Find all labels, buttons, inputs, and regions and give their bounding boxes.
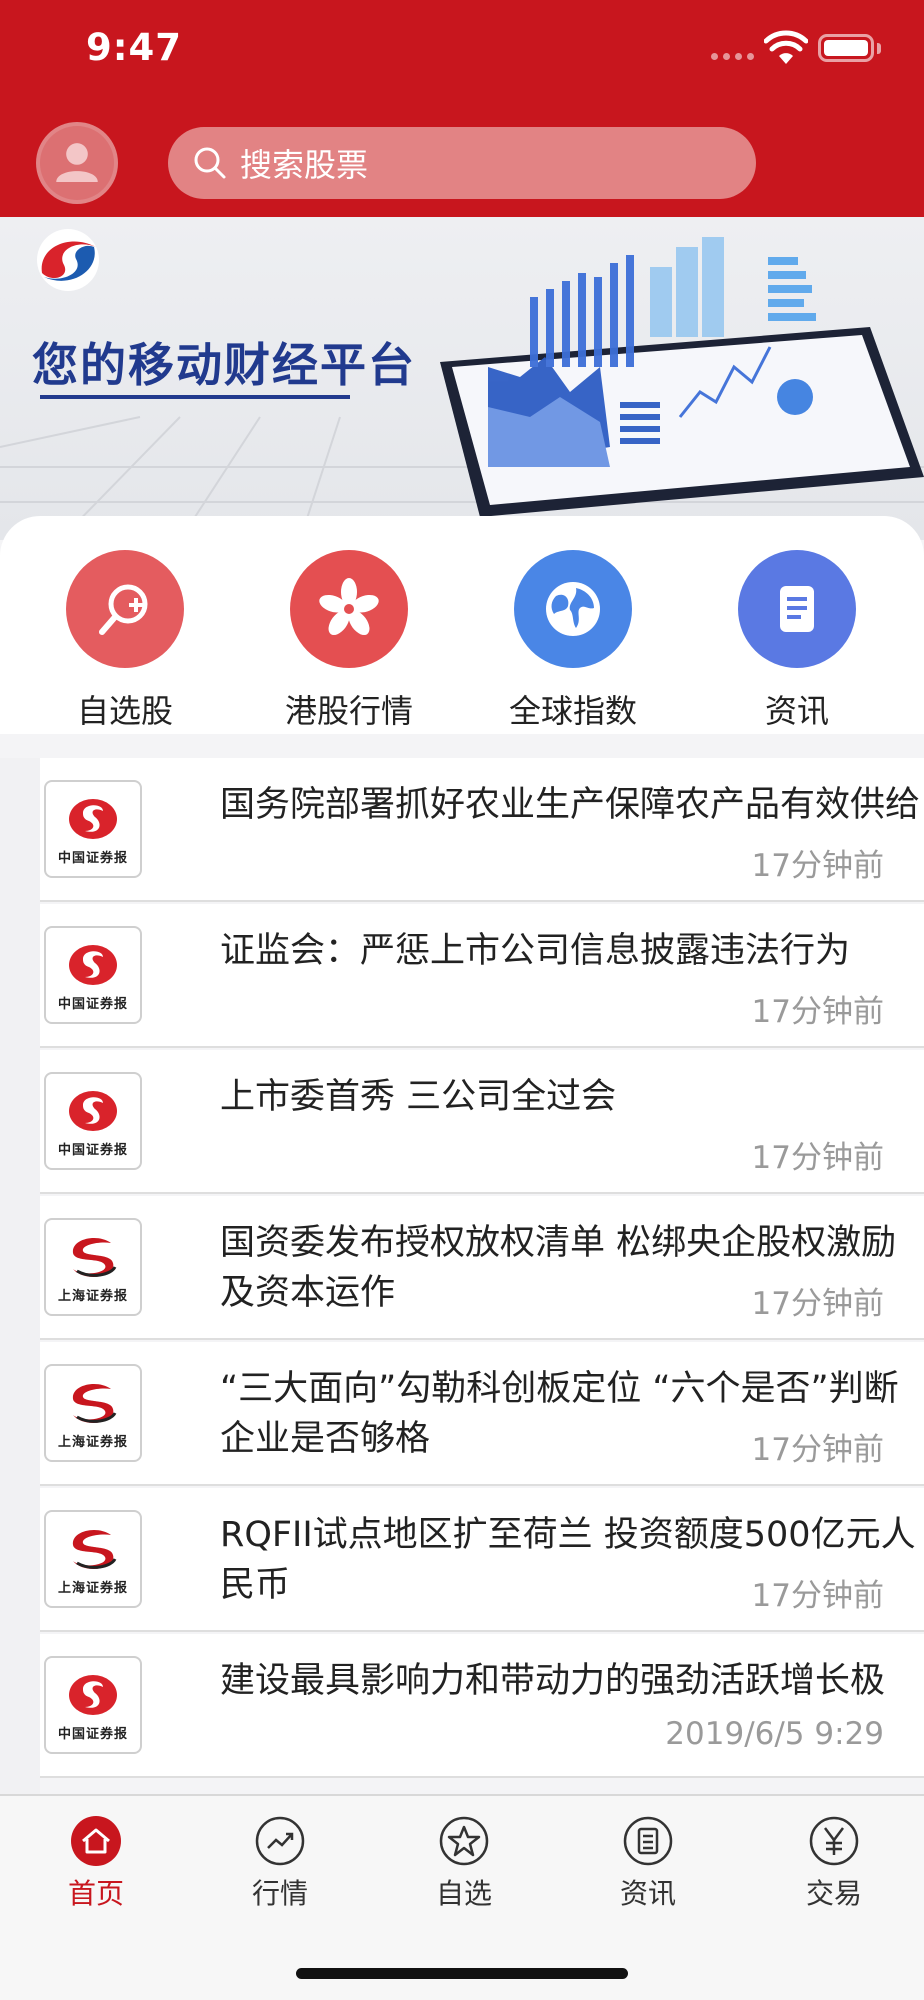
quicknav-hk-market[interactable]: 港股行情 — [237, 516, 461, 734]
news-source-logo: 上海证券报 — [44, 1364, 142, 1462]
promo-banner[interactable]: 您的移动财经平台 — [0, 217, 924, 540]
user-avatar-icon[interactable] — [36, 122, 118, 204]
quicknav-watchlist[interactable]: 自选股 — [13, 516, 237, 734]
status-time: 9:47 — [86, 26, 183, 69]
news-source-logo: 中国证券报 — [44, 1656, 142, 1754]
cellular-signal-icon — [711, 53, 754, 60]
tab-market[interactable]: 行情 — [220, 1814, 340, 1912]
battery-icon — [818, 34, 874, 62]
star-icon — [439, 1816, 489, 1866]
news-source-logo: 中国证券报 — [44, 780, 142, 878]
tab-home[interactable]: 首页 — [36, 1814, 156, 1912]
home-indicator — [296, 1968, 628, 1979]
wifi-icon — [764, 30, 808, 64]
list-side-gutter — [0, 758, 40, 1794]
news-source-name: 上海证券报 — [57, 1288, 128, 1304]
tab-watchlist[interactable]: 自选 — [404, 1814, 524, 1912]
news-icon — [623, 1816, 673, 1866]
quicknav-label: 自选股 — [76, 692, 173, 730]
news-source-logo: 上海证券报 — [44, 1510, 142, 1608]
news-time: 17分钟前 — [751, 1140, 884, 1176]
banner-underline — [40, 395, 350, 399]
news-source-name: 上海证券报 — [57, 1434, 128, 1450]
news-title: 证监会：严惩上市公司信息披露违法行为 — [220, 931, 851, 971]
document-icon — [738, 550, 856, 668]
market-trend-icon — [255, 1816, 305, 1866]
search-placeholder: 搜索股票 — [240, 146, 369, 184]
quick-nav: 自选股 港股行情 全球指数 资讯 — [0, 516, 924, 734]
tab-label: 首页 — [67, 1877, 124, 1910]
app-header: 9:47 搜索股票 — [0, 0, 924, 217]
news-source-name: 中国证券报 — [57, 1726, 128, 1742]
news-time: 2019/6/5 9:29 — [665, 1716, 884, 1752]
tab-label: 自选 — [435, 1877, 492, 1910]
search-bar[interactable]: 搜索股票 — [168, 127, 756, 199]
battery-tip — [877, 43, 881, 54]
yen-icon — [809, 1816, 859, 1866]
news-time: 17分钟前 — [751, 1578, 884, 1614]
news-title: 国务院部署抓好农业生产保障农产品有效供给 — [220, 785, 921, 825]
quicknav-label: 资讯 — [764, 692, 829, 730]
news-time: 17分钟前 — [751, 994, 884, 1030]
stock-search-plus-icon — [66, 550, 184, 668]
globe-icon — [514, 550, 632, 668]
news-source-logo: 上海证券报 — [44, 1218, 142, 1316]
quicknav-label: 全球指数 — [508, 692, 637, 730]
quicknav-label: 港股行情 — [284, 692, 413, 730]
news-source-logo: 中国证券报 — [44, 926, 142, 1024]
news-source-name: 中国证券报 — [57, 850, 128, 866]
news-time: 17分钟前 — [751, 848, 884, 884]
list-item[interactable]: 中国证券报 上市委首秀 三公司全过会 17分钟前 — [40, 1050, 924, 1194]
list-item[interactable]: 上海证券报 RQFII试点地区扩至荷兰 投资额度500亿元人民币 17分钟前 — [40, 1488, 924, 1632]
hong-kong-flower-icon — [290, 550, 408, 668]
list-item[interactable]: 上海证券报 国资委发布授权放权清单 松绑央企股权激励及资本运作 17分钟前 — [40, 1196, 924, 1340]
home-icon — [71, 1816, 121, 1866]
search-icon — [194, 147, 226, 179]
tab-trade[interactable]: 交易 — [774, 1814, 894, 1912]
news-source-name: 上海证券报 — [57, 1580, 128, 1596]
news-source-name: 中国证券报 — [57, 996, 128, 1012]
banner-title: 您的移动财经平台 — [32, 338, 416, 392]
quicknav-news[interactable]: 资讯 — [685, 516, 909, 734]
tab-news[interactable]: 资讯 — [588, 1814, 708, 1912]
tab-label: 交易 — [805, 1877, 862, 1910]
company-logo — [37, 229, 99, 291]
list-item[interactable]: 中国证券报 证监会：严惩上市公司信息披露违法行为 17分钟前 — [40, 904, 924, 1048]
news-time: 17分钟前 — [751, 1286, 884, 1322]
list-item[interactable]: 中国证券报 建设最具影响力和带动力的强劲活跃增长极 2019/6/5 9:29 — [40, 1634, 924, 1778]
news-source-logo: 中国证券报 — [44, 1072, 142, 1170]
tab-label: 资讯 — [619, 1877, 676, 1910]
tab-label: 行情 — [251, 1877, 308, 1910]
news-list[interactable]: 中国证券报 国务院部署抓好农业生产保障农产品有效供给 17分钟前 中国证券报 证… — [0, 758, 924, 1794]
quicknav-global-index[interactable]: 全球指数 — [461, 516, 685, 734]
list-item[interactable]: 上海证券报 “三大面向”勾勒科创板定位 “六个是否”判断企业是否够格 17分钟前 — [40, 1342, 924, 1486]
news-source-name: 中国证券报 — [57, 1142, 128, 1158]
news-time: 17分钟前 — [751, 1432, 884, 1468]
news-title: 建设最具影响力和带动力的强劲活跃增长极 — [220, 1661, 886, 1701]
news-title: 上市委首秀 三公司全过会 — [220, 1077, 617, 1117]
list-item[interactable]: 中国证券报 国务院部署抓好农业生产保障农产品有效供给 17分钟前 — [40, 758, 924, 902]
